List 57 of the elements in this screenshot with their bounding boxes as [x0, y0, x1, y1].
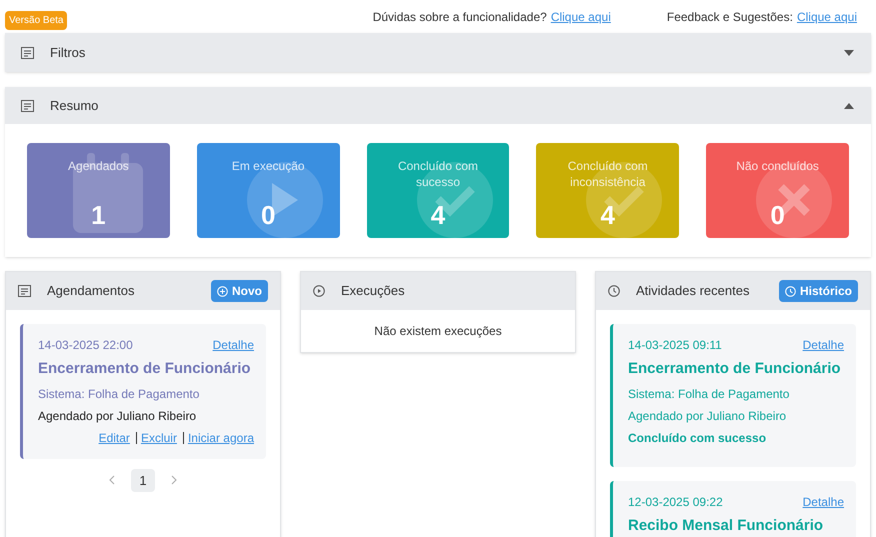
card-count: 4: [600, 199, 616, 232]
list-icon: [18, 285, 31, 297]
list-icon: [21, 46, 34, 58]
help-link[interactable]: Clique aqui: [550, 8, 611, 26]
card-label: Concluído com sucesso: [396, 158, 480, 190]
header-button[interactable]: Histórico: [778, 280, 858, 302]
detail-link[interactable]: Detalhe: [802, 336, 844, 354]
panel-title: Execuções: [341, 282, 406, 300]
item-author: Agendado por Juliano Ribeiro: [628, 408, 788, 424]
item-title: Recibo Mensal Funcionário: [628, 516, 824, 536]
list-icon: [21, 100, 34, 112]
summary-card[interactable]: Não concluídos 0: [706, 143, 849, 238]
filters-panel[interactable]: Filtros: [5, 33, 871, 72]
item-datetime: 14-03-2025 09:11: [628, 337, 722, 354]
item-title: Encerramento de Funcionário: [628, 359, 842, 379]
action-link[interactable]: Iniciar agora: [188, 428, 254, 446]
panel-header[interactable]: Resumo: [5, 87, 871, 124]
panel-title: Atividades recentes: [636, 282, 750, 300]
plus-icon: [217, 286, 228, 296]
header-button[interactable]: Novo: [211, 280, 268, 302]
summary-card[interactable]: Em execução 0: [196, 143, 340, 238]
card-label: Em execução: [230, 158, 306, 174]
collapse-icon[interactable]: [843, 102, 855, 110]
clock-icon: [608, 285, 620, 297]
item-datetime: 12-03-2025 09:22: [628, 494, 723, 510]
beta-badge: Versão Beta: [5, 11, 68, 30]
help-label: Dúvidas sobre a funcionalidade?: [372, 8, 547, 26]
card-count: 4: [430, 199, 446, 232]
page-button[interactable]: 1: [131, 468, 155, 492]
help-label: Feedback e Sugestões:: [666, 8, 793, 26]
summary-card[interactable]: Agendados 1: [27, 143, 170, 238]
summary-card[interactable]: Concluído com inconsistência 4: [536, 143, 680, 238]
item-system: Sistema: Folha de Pagamento: [628, 386, 790, 402]
card-count: 0: [769, 199, 786, 232]
item-author: Agendado por Juliano Ribeiro: [38, 408, 198, 424]
card-label: Concluído com inconsistência: [566, 158, 649, 190]
card-count: 1: [90, 199, 107, 232]
item-title: Encerramento de Funcionário: [38, 359, 252, 379]
card-label: Não concluídos: [735, 158, 820, 174]
item-status: Concluído com sucesso: [628, 430, 768, 446]
clock-icon: [784, 286, 796, 296]
summary-card[interactable]: Concluído com sucesso 4: [366, 143, 510, 238]
empty-message: Não existem execuções: [373, 323, 503, 340]
action-link[interactable]: Editar: [98, 428, 130, 446]
card-label: Agendados: [67, 158, 130, 174]
play-icon: [313, 285, 325, 297]
card-count: 0: [260, 199, 276, 232]
item-datetime: 14-03-2025 22:00: [38, 337, 133, 354]
item-system: Sistema: Folha de Pagamento: [38, 386, 200, 402]
expand-icon[interactable]: [843, 48, 855, 56]
help-link[interactable]: Clique aqui: [796, 8, 857, 26]
detail-link[interactable]: Detalhe: [802, 492, 844, 510]
action-link[interactable]: Excluir: [140, 428, 177, 446]
panel-title: Filtros: [50, 44, 86, 62]
panel-title: Agendamentos: [47, 282, 136, 300]
detail-link[interactable]: Detalhe: [212, 336, 254, 354]
panel-title: Resumo: [50, 96, 100, 115]
